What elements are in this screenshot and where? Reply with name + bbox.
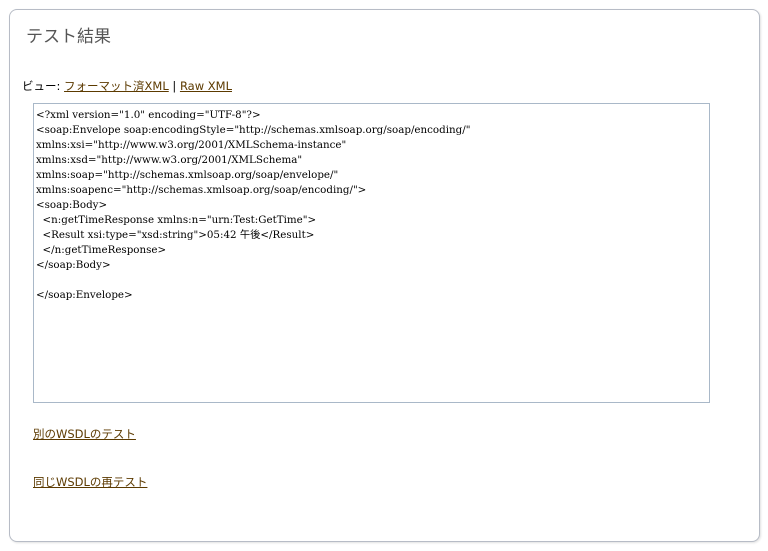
xml-output-text: <?xml version="1.0" encoding="UTF-8"?> <… xyxy=(36,109,471,301)
xml-output-box[interactable]: <?xml version="1.0" encoding="UTF-8"?> <… xyxy=(33,103,710,403)
test-other-wsdl-link[interactable]: 別のWSDLのテスト xyxy=(33,426,136,442)
view-selector: ビュー: フォーマット済XML | Raw XML xyxy=(22,78,232,94)
view-label: ビュー: xyxy=(22,79,65,93)
retest-same-wsdl-link[interactable]: 同じWSDLの再テスト xyxy=(33,474,147,490)
page-title: テスト結果 xyxy=(26,27,111,47)
test-result-panel: テスト結果 ビュー: フォーマット済XML | Raw XML <?xml ve… xyxy=(9,9,760,542)
raw-xml-link[interactable]: Raw XML xyxy=(180,79,232,93)
view-separator: | xyxy=(168,79,180,93)
formatted-xml-link[interactable]: フォーマット済XML xyxy=(64,79,169,93)
